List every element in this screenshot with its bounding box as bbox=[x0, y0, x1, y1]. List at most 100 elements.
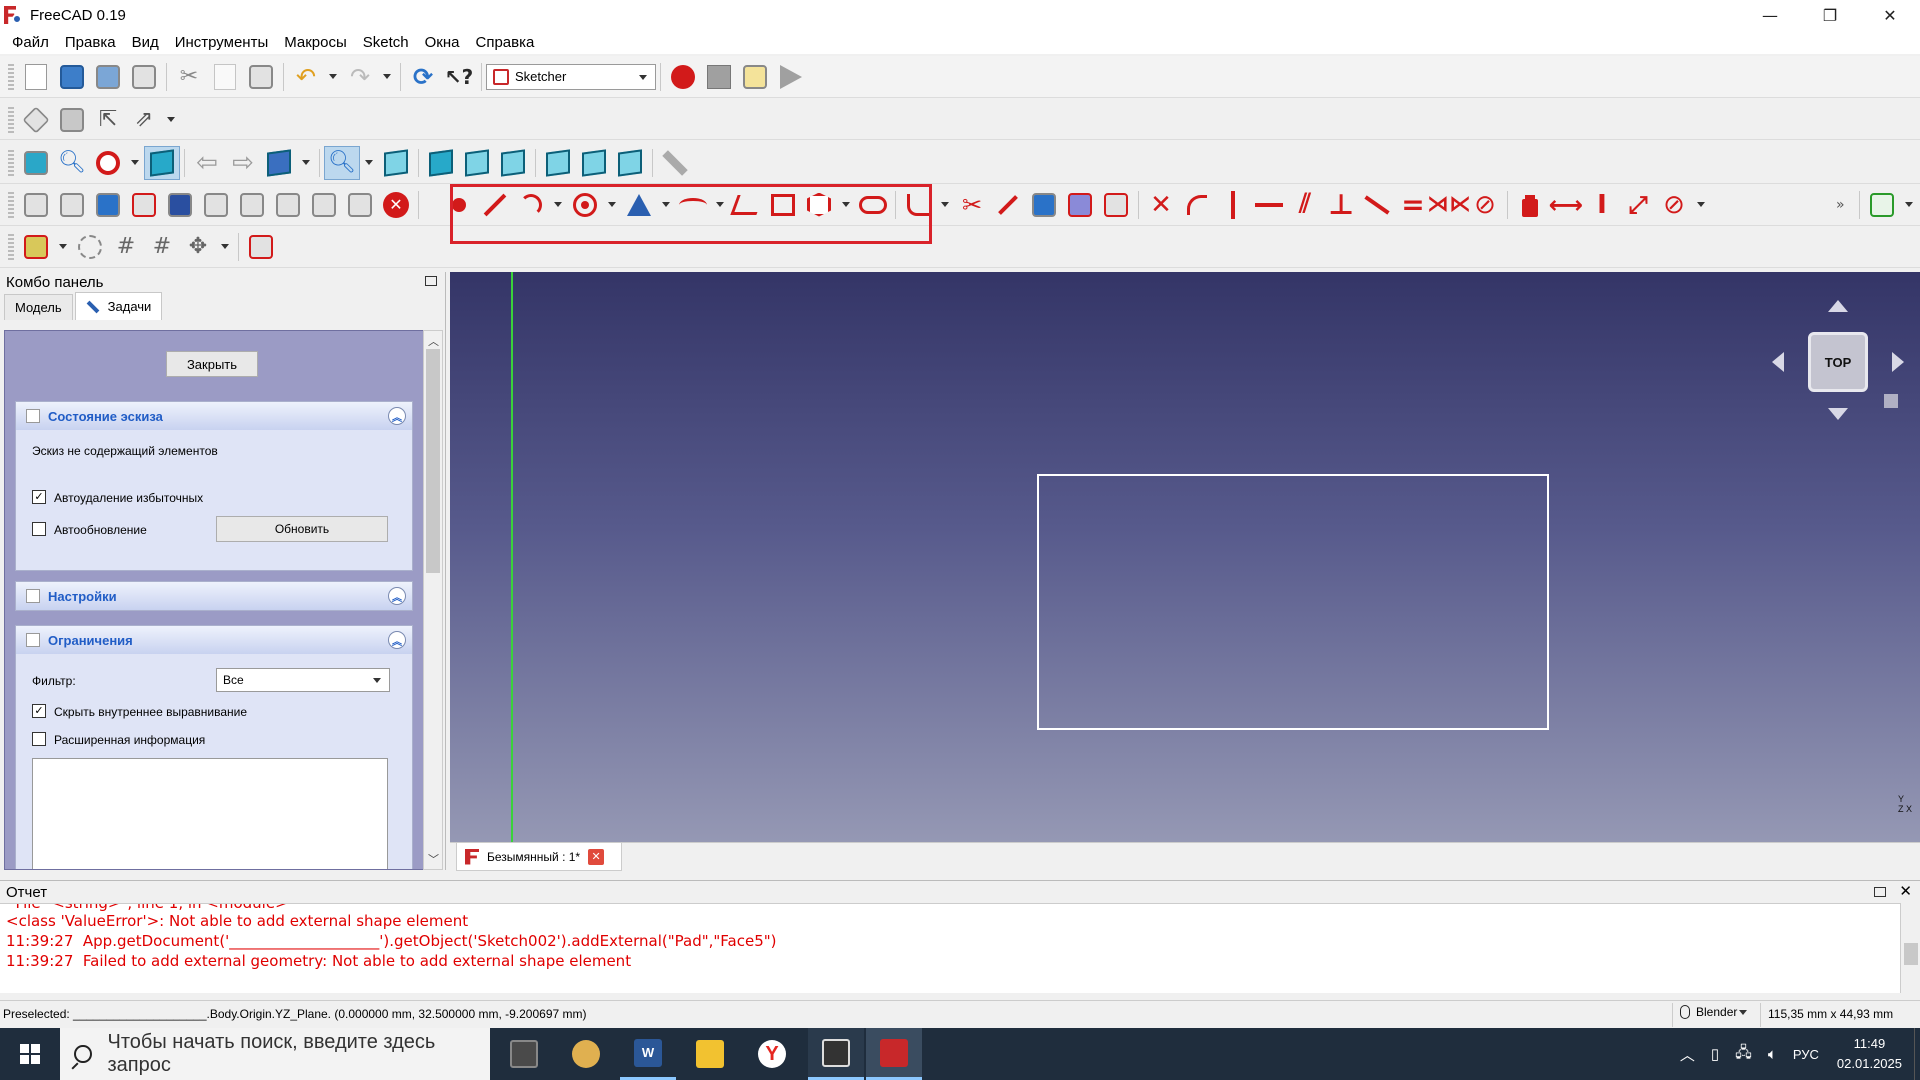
open-button[interactable] bbox=[54, 60, 90, 94]
create-sketch-button[interactable] bbox=[18, 188, 54, 222]
constrain-horizontal-button[interactable] bbox=[1251, 188, 1287, 222]
chevron-up-icon[interactable]: ︿ bbox=[428, 333, 439, 349]
constrain-vertical-distance-button[interactable]: I bbox=[1584, 188, 1620, 222]
scrollbar-thumb[interactable] bbox=[426, 349, 440, 573]
external-geometry-button[interactable] bbox=[1026, 188, 1062, 222]
rotate-down-icon[interactable] bbox=[1828, 408, 1848, 420]
auto-update-checkbox[interactable] bbox=[32, 522, 46, 536]
toggle-construction-dropdown[interactable] bbox=[54, 230, 72, 264]
view-left-button[interactable] bbox=[612, 146, 648, 180]
constraints-list[interactable] bbox=[32, 758, 388, 869]
clone-button[interactable]: # bbox=[144, 230, 180, 264]
clock[interactable]: 11:49 02.01.2025 bbox=[1837, 1034, 1902, 1074]
taskbar-paint[interactable] bbox=[558, 1028, 614, 1080]
std-views-button[interactable]: 🔍︎ bbox=[324, 145, 360, 180]
collapse-icon[interactable]: ︽ bbox=[388, 587, 406, 605]
start-button[interactable] bbox=[0, 1028, 60, 1080]
taskbar-explorer[interactable] bbox=[682, 1028, 738, 1080]
sketch-rectangle[interactable] bbox=[1037, 474, 1549, 730]
link-actions-button[interactable]: ⇗ bbox=[126, 103, 162, 137]
toolbar-grip[interactable] bbox=[8, 149, 14, 176]
toolbar-overflow-icon[interactable]: » bbox=[1836, 197, 1845, 213]
reorient-sketch-button[interactable] bbox=[234, 188, 270, 222]
constrain-horizontal-distance-button[interactable]: ⟷ bbox=[1548, 188, 1584, 222]
map-sketch-button[interactable] bbox=[198, 188, 234, 222]
minimize-button[interactable]: — bbox=[1740, 0, 1800, 30]
copy-button[interactable] bbox=[207, 60, 243, 94]
document-tab[interactable]: Безымянный : 1* ✕ bbox=[456, 843, 622, 871]
mirror-sketch-button[interactable] bbox=[342, 188, 378, 222]
rectangular-array-button[interactable]: # bbox=[108, 230, 144, 264]
constrain-lock-button[interactable] bbox=[1512, 188, 1548, 222]
taskbar-yandex[interactable]: Y bbox=[744, 1028, 800, 1080]
menu-macro[interactable]: Макросы bbox=[276, 34, 355, 51]
macro-stop-button[interactable] bbox=[701, 60, 737, 94]
view-right-button[interactable] bbox=[495, 146, 531, 180]
rotate-left-icon[interactable] bbox=[1772, 352, 1784, 372]
volume-icon[interactable]: 🔈︎ bbox=[1768, 1046, 1777, 1063]
constrain-tangent-button[interactable] bbox=[1359, 188, 1395, 222]
view-menu-cube-icon[interactable] bbox=[1884, 394, 1898, 408]
constrain-equal-button[interactable]: = bbox=[1395, 188, 1431, 222]
macro-record-button[interactable] bbox=[665, 60, 701, 94]
task-panel-scrollbar[interactable]: ︿ ﹀ bbox=[423, 330, 443, 870]
cut-button[interactable]: ✂ bbox=[171, 60, 207, 94]
leave-sketch-button[interactable] bbox=[90, 188, 126, 222]
taskbar-search[interactable]: Чтобы начать поиск, введите здесь запрос bbox=[60, 1028, 490, 1080]
move-dropdown[interactable] bbox=[216, 230, 234, 264]
save-button[interactable] bbox=[90, 60, 126, 94]
toggle-construction-button[interactable] bbox=[18, 230, 54, 264]
merge-sketches-button[interactable] bbox=[306, 188, 342, 222]
move-button[interactable]: ✥ bbox=[180, 230, 216, 264]
create-link-button[interactable]: ⇱ bbox=[90, 103, 126, 137]
view-front-button[interactable] bbox=[423, 146, 459, 180]
collapse-icon[interactable]: ︽ bbox=[388, 631, 406, 649]
menu-file[interactable]: Файл bbox=[4, 34, 57, 51]
toolbar-grip[interactable] bbox=[8, 106, 14, 133]
settings-header[interactable]: Настройки ︽ bbox=[16, 582, 412, 610]
scrollbar-thumb[interactable] bbox=[1904, 943, 1918, 965]
new-document-button[interactable] bbox=[18, 60, 54, 94]
show-desktop-button[interactable] bbox=[1914, 1028, 1920, 1080]
draw-style-button[interactable] bbox=[90, 146, 126, 180]
auto-remove-redundants-checkbox[interactable]: ✓ bbox=[32, 490, 46, 504]
collapse-icon[interactable]: ︽ bbox=[388, 407, 406, 425]
undock-icon[interactable] bbox=[425, 276, 437, 286]
fillet-dropdown[interactable] bbox=[936, 188, 954, 222]
update-button[interactable]: Обновить bbox=[216, 516, 388, 542]
std-views-dropdown[interactable] bbox=[360, 146, 378, 180]
taskbar-freecad[interactable] bbox=[866, 1028, 922, 1080]
paste-button[interactable] bbox=[243, 60, 279, 94]
maximize-button[interactable]: ❐ bbox=[1800, 0, 1860, 30]
close-task-button[interactable]: Закрыть bbox=[166, 351, 258, 377]
undo-button[interactable]: ↶ bbox=[288, 60, 324, 94]
view-sketch-button[interactable] bbox=[126, 188, 162, 222]
create-group-button[interactable] bbox=[54, 103, 90, 137]
constraints-header[interactable]: Ограничения ︽ bbox=[16, 626, 412, 654]
sync-view-dropdown[interactable] bbox=[297, 146, 315, 180]
macro-edit-button[interactable] bbox=[737, 60, 773, 94]
constrain-distance-button[interactable]: ⤢ bbox=[1620, 188, 1656, 222]
toolbar-grip[interactable] bbox=[8, 191, 14, 218]
menu-help[interactable]: Справка bbox=[468, 34, 543, 51]
taskbar-calculator[interactable] bbox=[496, 1028, 552, 1080]
validate-sketch-button[interactable] bbox=[270, 188, 306, 222]
extended-info-checkbox[interactable] bbox=[32, 732, 46, 746]
fit-all-button[interactable] bbox=[18, 146, 54, 180]
create-part-button[interactable] bbox=[18, 103, 54, 137]
taskbar-word[interactable]: W bbox=[620, 1028, 676, 1080]
view-top-button[interactable] bbox=[459, 146, 495, 180]
radius-dropdown[interactable] bbox=[1692, 188, 1710, 222]
network-icon[interactable]: 🖧︎ bbox=[1735, 1042, 1752, 1067]
navcube-top-face[interactable]: TOP bbox=[1808, 332, 1868, 392]
undock-icon[interactable] bbox=[1874, 887, 1886, 897]
chevron-up-icon[interactable]: ︿ bbox=[1680, 1044, 1695, 1065]
whats-this-button[interactable]: ↖? bbox=[441, 60, 477, 94]
constrain-perpendicular-button[interactable]: ⊥ bbox=[1323, 188, 1359, 222]
workbench-selector[interactable]: Sketcher bbox=[486, 63, 656, 90]
fit-selection-button[interactable]: 🔍︎ bbox=[54, 146, 90, 180]
tab-tasks[interactable]: Задачи bbox=[74, 292, 163, 320]
select-constraints-button[interactable] bbox=[72, 230, 108, 264]
construction-mode-button[interactable] bbox=[1098, 188, 1134, 222]
rotate-right-icon[interactable] bbox=[1892, 352, 1904, 372]
